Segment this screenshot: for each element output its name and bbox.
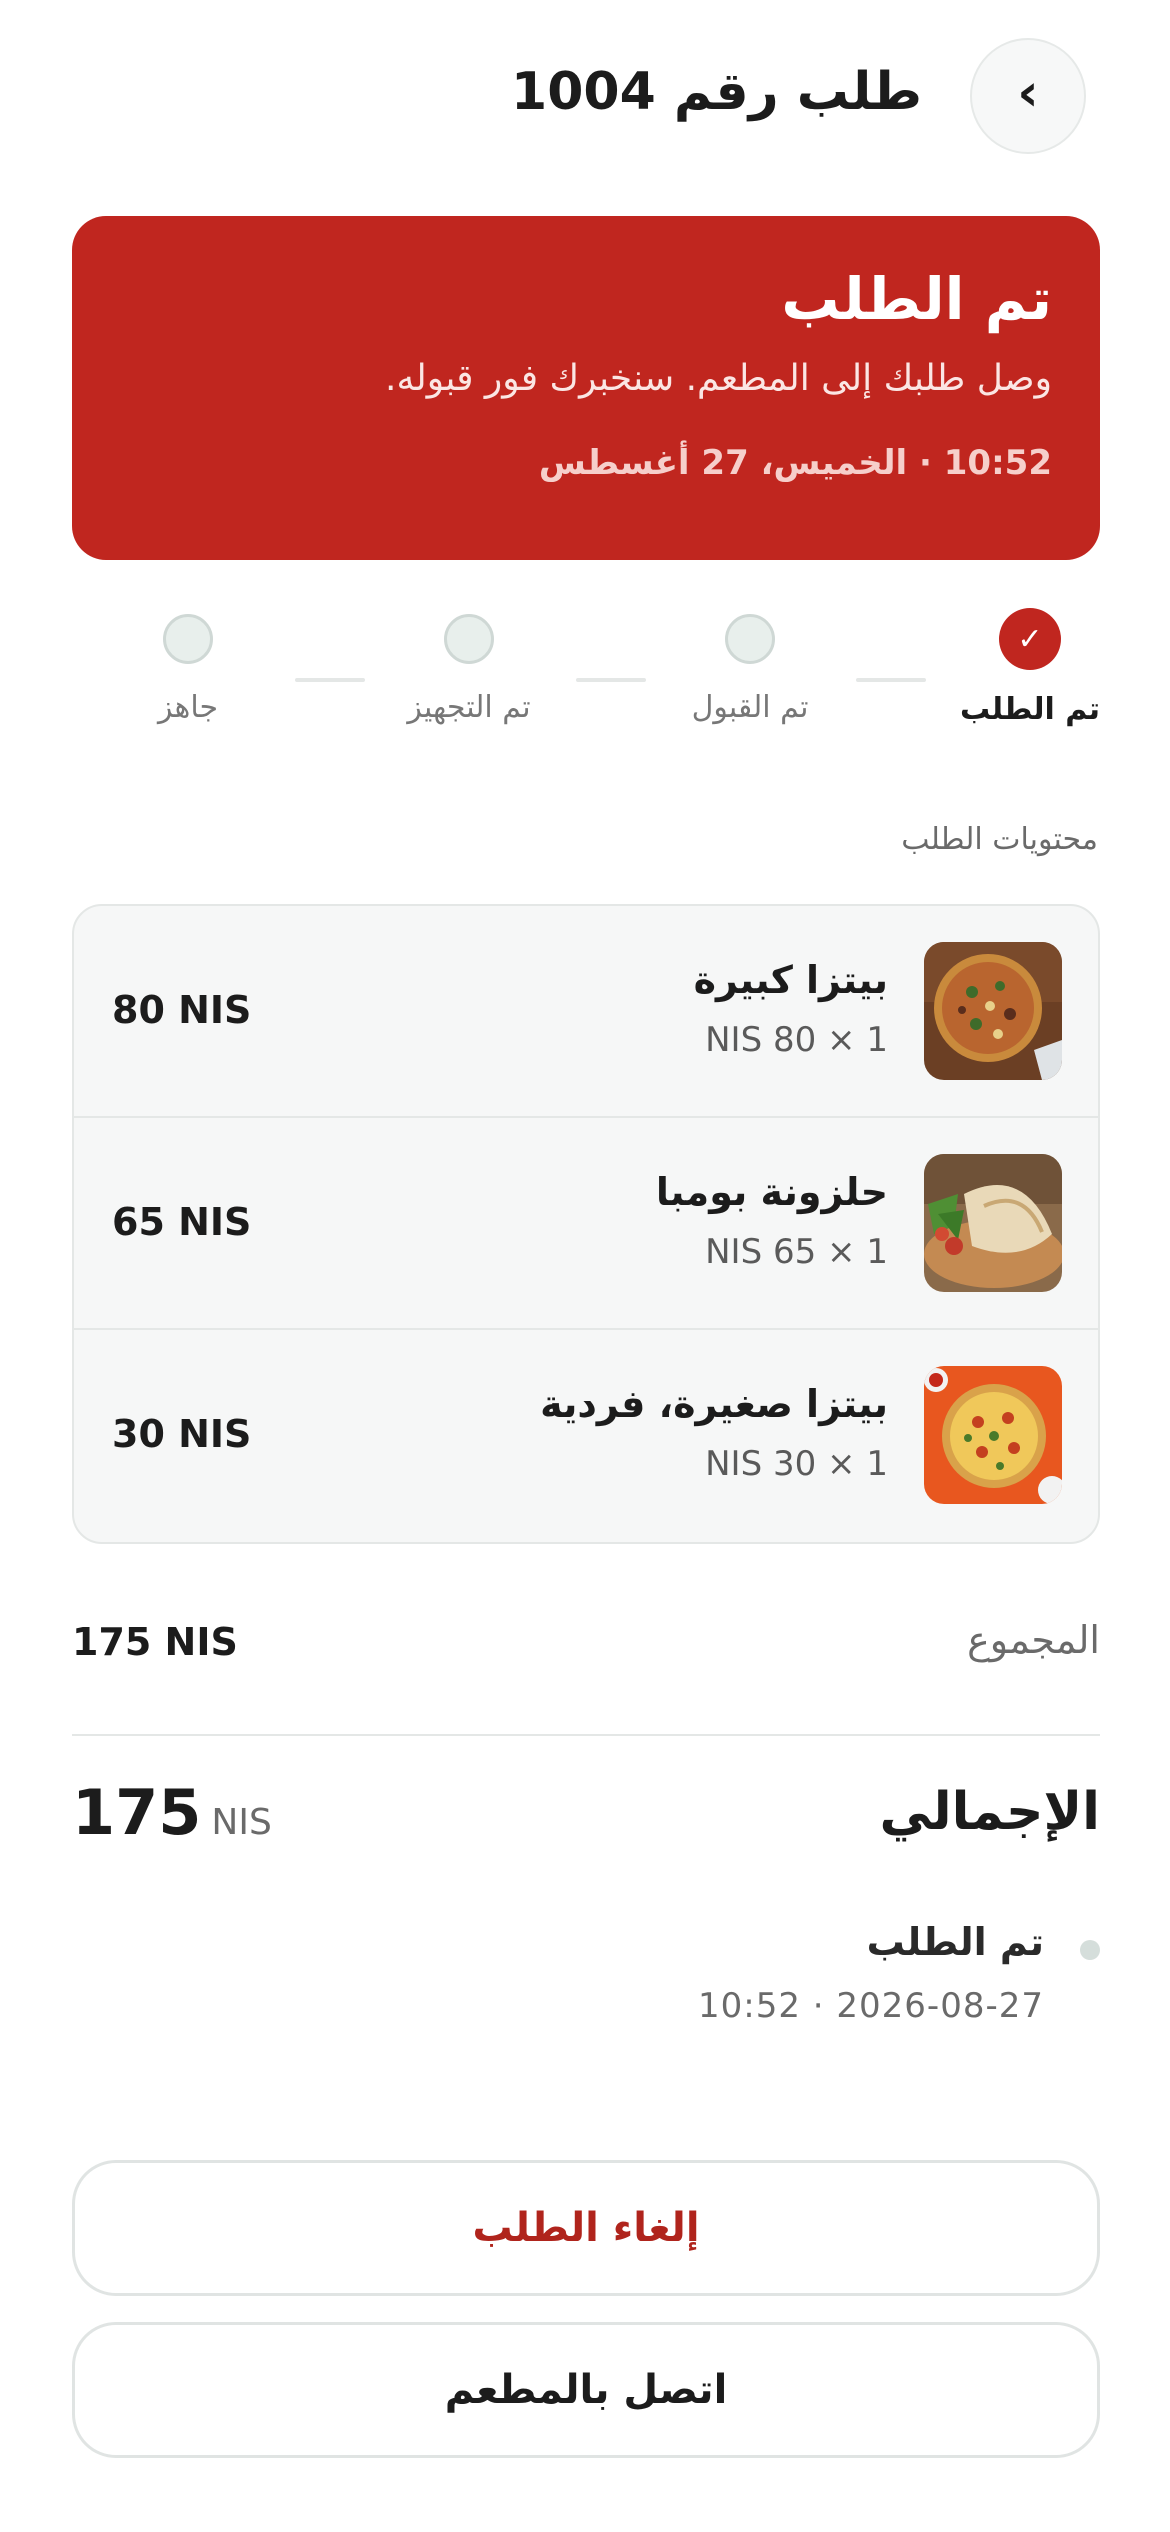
header: ‹ طلب رقم 1004 [72, 38, 1098, 154]
step-dot [725, 614, 775, 664]
cancel-order-button[interactable]: إلغاء الطلب [72, 2160, 1100, 2296]
item-name: بيتزا كبيرة [693, 958, 888, 1002]
status-time: 10:52 · الخميس، 27 أغسطس [538, 442, 1052, 483]
step-prepared: تم التجهيز [369, 614, 569, 725]
order-items-list: بيتزا كبيرة 1 × 80 NIS 80 NIS حلزونة بوم… [72, 904, 1100, 1544]
pizza-large-image [924, 942, 1062, 1080]
step-ready: جاهز [88, 614, 288, 725]
step-connector [295, 678, 365, 682]
status-timeline: تم الطلب 10:52 · 2026-08-27 [72, 1920, 1100, 2040]
order-contents-label: محتويات الطلب [901, 822, 1098, 857]
subtotal-label: المجموع [967, 1618, 1100, 1662]
list-item: حلزونة بومبا 1 × 65 NIS 65 NIS [74, 1118, 1098, 1330]
item-price: 80 NIS [112, 988, 252, 1032]
divider [72, 1734, 1100, 1736]
pizza-small-image [924, 1366, 1062, 1504]
item-name: حلزونة بومبا [655, 1170, 888, 1214]
item-price: 65 NIS [112, 1200, 252, 1244]
step-connector [856, 678, 926, 682]
step-label: جاهز [157, 690, 219, 725]
item-quantity: 1 × 80 NIS [705, 1020, 888, 1060]
status-message: وصل طلبك إلى المطعم. سنخبرك فور قبوله. [385, 357, 1052, 399]
item-quantity: 1 × 65 NIS [705, 1232, 888, 1272]
step-accepted: تم القبول [650, 614, 850, 725]
timeline-time: 10:52 · 2026-08-27 [698, 1986, 1044, 2026]
subtotal-value: 175 NIS [72, 1620, 238, 1664]
item-quantity: 1 × 30 NIS [705, 1444, 888, 1484]
timeline-dot [1080, 1940, 1100, 1960]
step-label: تم التجهيز [407, 690, 531, 725]
total-amount: 175 NIS [72, 1776, 272, 1849]
total-number: 175 [72, 1776, 202, 1849]
step-dot [444, 614, 494, 664]
status-banner: تم الطلب وصل طلبك إلى المطعم. سنخبرك فور… [72, 216, 1100, 560]
back-button[interactable]: ‹ [970, 38, 1086, 154]
step-connector [576, 678, 646, 682]
call-restaurant-button[interactable]: اتصل بالمطعم [72, 2322, 1100, 2458]
step-placed: ✓ تم الطلب [930, 608, 1130, 727]
timeline-title: تم الطلب [866, 1920, 1044, 1964]
total-currency: NIS [211, 1802, 272, 1843]
step-dot [163, 614, 213, 664]
status-title: تم الطلب [781, 265, 1052, 333]
total-row: الإجمالي 175 NIS [72, 1776, 1100, 1856]
step-label: تم الطلب [959, 692, 1100, 727]
calzone-image [924, 1154, 1062, 1292]
item-name: بيتزا صغيرة، فردية [540, 1382, 888, 1426]
page-title: طلب رقم 1004 [511, 62, 922, 122]
subtotal-row: المجموع 175 NIS [72, 1618, 1100, 1674]
step-label: تم القبول [691, 690, 809, 725]
chevron-right-icon: ‹ [1017, 63, 1039, 123]
list-item: بيتزا صغيرة، فردية 1 × 30 NIS 30 NIS [74, 1330, 1098, 1542]
order-progress-stepper: ✓ تم الطلب تم القبول تم التجهيز جاهز [72, 608, 1100, 754]
order-details-screen: ‹ طلب رقم 1004 تم الطلب وصل طلبك إلى الم… [0, 0, 1170, 2532]
total-label: الإجمالي [879, 1782, 1100, 1842]
check-icon: ✓ [999, 608, 1061, 670]
item-price: 30 NIS [112, 1412, 252, 1456]
list-item: بيتزا كبيرة 1 × 80 NIS 80 NIS [74, 906, 1098, 1118]
